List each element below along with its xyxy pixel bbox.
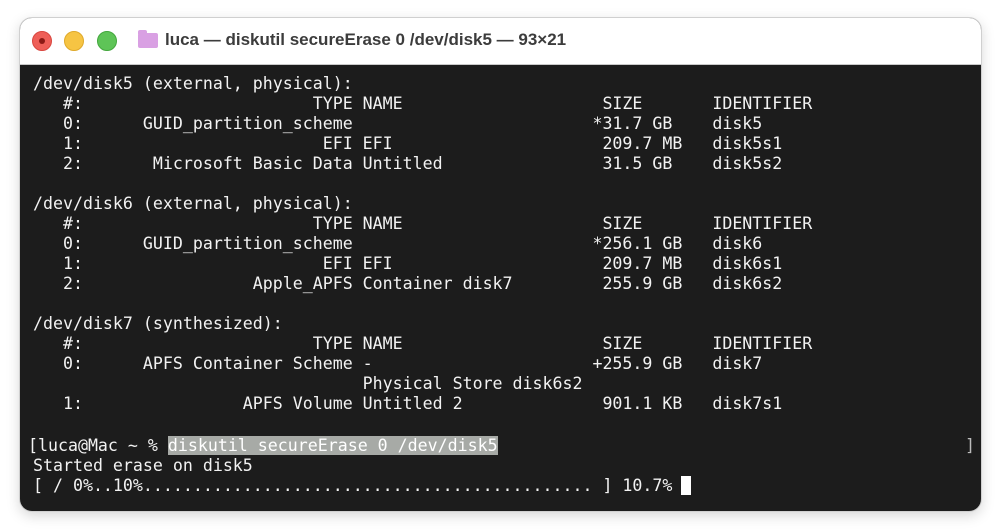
- prompt-end-marker: ]: [965, 436, 975, 455]
- output-line: Started erase on disk5: [33, 456, 253, 475]
- disk-list-line: /dev/disk6 (external, physical):: [33, 194, 353, 213]
- close-button[interactable]: [32, 31, 52, 51]
- title-bar[interactable]: luca — diskutil secureErase 0 /dev/disk5…: [20, 18, 981, 65]
- disk-list-line: #: TYPE NAME SIZE IDENTIFIER: [33, 334, 813, 353]
- minimize-button[interactable]: [64, 31, 84, 51]
- cursor: [681, 476, 692, 495]
- terminal-content[interactable]: [luca@Mac ~ % diskutil secureErase 0 /de…: [20, 65, 981, 511]
- disk-list-line: 1: EFI EFI 209.7 MB disk5s1: [33, 134, 783, 153]
- disk-list-line: 1: APFS Volume Untitled 2 901.1 KB disk7…: [33, 394, 783, 413]
- disk-list-line: Physical Store disk6s2: [33, 374, 583, 393]
- progress-line: [ / 0%..10%.............................…: [33, 476, 692, 496]
- progress-text: [ / 0%..10%.............................…: [33, 476, 673, 495]
- window-title: luca — diskutil secureErase 0 /dev/disk5…: [165, 30, 567, 49]
- selected-command[interactable]: diskutil secureErase 0 /dev/disk5: [167, 436, 498, 455]
- disk-list-line: 0: GUID_partition_scheme *31.7 GB disk5: [33, 114, 763, 133]
- disk-list-line: 2: Apple_APFS Container disk7 255.9 GB d…: [33, 274, 783, 293]
- prompt-line: [luca@Mac ~ % diskutil secureErase 0 /de…: [28, 436, 498, 456]
- prompt: [luca@Mac ~ %: [28, 436, 168, 455]
- disk-list-line: /dev/disk7 (synthesized):: [33, 314, 283, 333]
- disk-list-line: #: TYPE NAME SIZE IDENTIFIER: [33, 94, 813, 113]
- terminal-window: luca — diskutil secureErase 0 /dev/disk5…: [20, 18, 981, 511]
- disk-list-line: #: TYPE NAME SIZE IDENTIFIER: [33, 214, 813, 233]
- disk-list-line: /dev/disk5 (external, physical):: [33, 74, 353, 93]
- disk-list-line: 2: Microsoft Basic Data Untitled 31.5 GB…: [33, 154, 783, 173]
- disk-list-line: 0: APFS Container Scheme - +255.9 GB dis…: [33, 354, 763, 373]
- disk-list-line: 0: GUID_partition_scheme *256.1 GB disk6: [33, 234, 763, 253]
- folder-icon: [138, 30, 158, 48]
- zoom-button[interactable]: [97, 31, 117, 51]
- disk-list-line: 1: EFI EFI 209.7 MB disk6s1: [33, 254, 783, 273]
